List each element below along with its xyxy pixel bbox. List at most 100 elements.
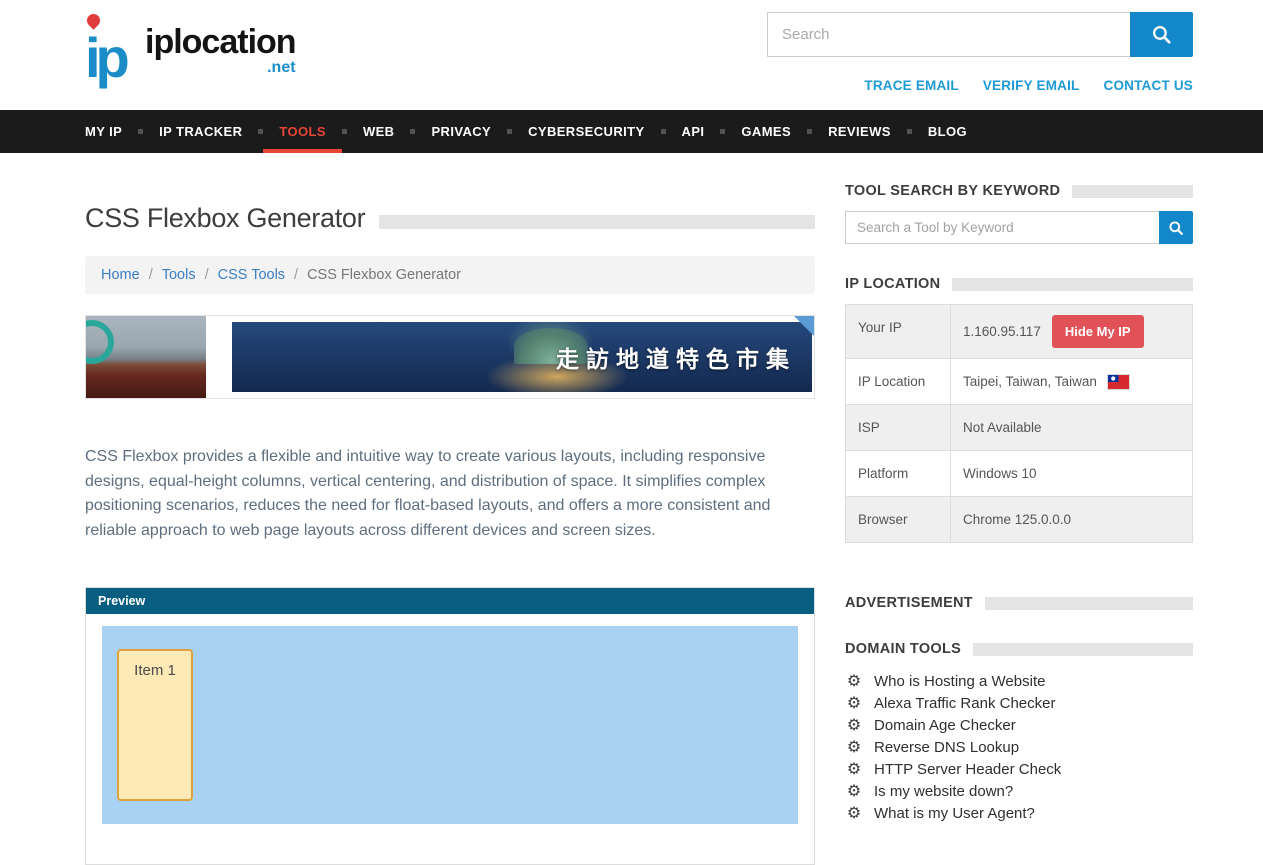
gear-icon: ⚙ <box>845 739 863 755</box>
domain-tools-section: DOMAIN TOOLS ⚙ Who is Hosting a Website … <box>845 641 1193 824</box>
sidebar: TOOL SEARCH BY KEYWORD IP LOCATION <box>845 183 1193 824</box>
tool-search-button[interactable] <box>1159 211 1193 244</box>
row-value: 1.160.95.117 Hide My IP <box>951 305 1192 358</box>
header-search <box>767 12 1193 57</box>
nav-item-blog[interactable]: BLOG <box>912 110 983 153</box>
domain-tool-link[interactable]: Is my website down? <box>874 783 1013 800</box>
trace-email-link[interactable]: TRACE EMAIL <box>864 78 958 93</box>
main-column: CSS Flexbox Generator Home / Tools / CSS… <box>85 153 815 865</box>
ip-location-heading-row: IP LOCATION <box>845 276 1193 292</box>
logo-name: iplocation <box>145 25 296 59</box>
nav-item-web[interactable]: WEB <box>347 110 411 153</box>
site-logo[interactable]: ip iplocation .net <box>85 12 296 78</box>
ad-image: 走訪地道特色市集 <box>232 322 812 392</box>
browser-value: Chrome 125.0.0.0 <box>963 512 1071 527</box>
content: CSS Flexbox Generator Home / Tools / CSS… <box>0 153 1263 865</box>
nav-item-my-ip[interactable]: MY IP <box>85 110 138 153</box>
hide-my-ip-button[interactable]: Hide My IP <box>1052 315 1144 348</box>
nav-item-tools[interactable]: TOOLS <box>263 110 342 153</box>
search-icon <box>1168 220 1184 236</box>
nav-item-reviews[interactable]: REVIEWS <box>812 110 907 153</box>
main-nav: MY IP IP TRACKER TOOLS WEB PRIVACY CYBER… <box>0 110 1263 153</box>
heading-decoration-bar <box>952 278 1193 291</box>
flexbox-preview-container: Item 1 <box>102 626 798 824</box>
verify-email-link[interactable]: VERIFY EMAIL <box>983 78 1080 93</box>
gear-icon: ⚙ <box>845 805 863 821</box>
row-label: ISP <box>846 405 951 450</box>
nav-item-privacy[interactable]: PRIVACY <box>415 110 507 153</box>
ad-banner[interactable]: 走訪地道特色市集 <box>85 315 815 399</box>
your-ip-value: 1.160.95.117 <box>963 324 1041 339</box>
table-row-platform: Platform Windows 10 <box>846 451 1192 497</box>
list-item: ⚙ Who is Hosting a Website <box>845 670 1193 692</box>
domain-tool-link[interactable]: Who is Hosting a Website <box>874 673 1045 690</box>
tool-search-input[interactable] <box>845 211 1159 244</box>
domain-tool-link[interactable]: What is my User Agent? <box>874 805 1035 822</box>
row-label: Platform <box>846 451 951 496</box>
gear-icon: ⚙ <box>845 717 863 733</box>
domain-tools-heading-row: DOMAIN TOOLS <box>845 641 1193 657</box>
ad-photo-left <box>86 316 206 398</box>
flexbox-preview-item: Item 1 <box>117 649 193 801</box>
breadcrumb-current: CSS Flexbox Generator <box>307 267 461 283</box>
gear-icon: ⚙ <box>845 783 863 799</box>
breadcrumb-home[interactable]: Home <box>101 267 140 283</box>
row-label: Browser <box>846 497 951 542</box>
tool-search-section: TOOL SEARCH BY KEYWORD <box>845 183 1193 244</box>
ad-choices-icon[interactable] <box>794 316 814 336</box>
preview-panel: Preview Item 1 <box>85 587 815 865</box>
row-value: Not Available <box>951 405 1192 450</box>
nav-item-games[interactable]: GAMES <box>725 110 807 153</box>
table-row-browser: Browser Chrome 125.0.0.0 <box>846 497 1192 542</box>
header-search-button[interactable] <box>1130 12 1193 57</box>
ip-location-section: IP LOCATION Your IP 1.160.95.117 Hide My… <box>845 276 1193 543</box>
domain-tools-list: ⚙ Who is Hosting a Website ⚙ Alexa Traff… <box>845 670 1193 824</box>
tool-description: CSS Flexbox provides a flexible and intu… <box>85 445 815 543</box>
contact-us-link[interactable]: CONTACT US <box>1104 78 1194 93</box>
domain-tools-heading: DOMAIN TOOLS <box>845 641 961 657</box>
breadcrumb-separator: / <box>149 267 153 283</box>
gear-icon: ⚙ <box>845 673 863 689</box>
breadcrumb-separator: / <box>294 267 298 283</box>
table-row-ip-location: IP Location Taipei, Taiwan, Taiwan <box>846 359 1192 405</box>
row-value: Windows 10 <box>951 451 1192 496</box>
header-search-input[interactable] <box>767 12 1130 57</box>
row-label: Your IP <box>846 305 951 358</box>
header-links: TRACE EMAIL VERIFY EMAIL CONTACT US <box>864 78 1193 93</box>
page-title: CSS Flexbox Generator <box>85 203 365 234</box>
logo-tld: .net <box>267 60 295 76</box>
search-icon <box>1151 24 1172 45</box>
title-decoration-bar <box>379 215 815 229</box>
domain-tool-link[interactable]: Domain Age Checker <box>874 717 1016 734</box>
preview-body: Item 1 <box>86 614 814 864</box>
advertisement-heading: ADVERTISEMENT <box>845 595 973 611</box>
nav-item-api[interactable]: API <box>666 110 721 153</box>
breadcrumb-css-tools[interactable]: CSS Tools <box>218 267 285 283</box>
advertisement-section: ADVERTISEMENT <box>845 595 1193 611</box>
logo-ip-pin-icon: ip <box>85 12 143 78</box>
main-nav-list: MY IP IP TRACKER TOOLS WEB PRIVACY CYBER… <box>85 110 983 153</box>
table-row-isp: ISP Not Available <box>846 405 1192 451</box>
platform-value: Windows 10 <box>963 466 1037 481</box>
domain-tool-link[interactable]: HTTP Server Header Check <box>874 761 1061 778</box>
domain-tool-link[interactable]: Alexa Traffic Rank Checker <box>874 695 1055 712</box>
page-title-row: CSS Flexbox Generator <box>85 203 815 234</box>
advertisement-heading-row: ADVERTISEMENT <box>845 595 1193 611</box>
domain-tool-link[interactable]: Reverse DNS Lookup <box>874 739 1019 756</box>
list-item: ⚙ What is my User Agent? <box>845 802 1193 824</box>
breadcrumb-tools[interactable]: Tools <box>162 267 196 283</box>
tool-search-heading: TOOL SEARCH BY KEYWORD <box>845 183 1060 199</box>
taiwan-flag-icon <box>1108 375 1129 389</box>
breadcrumb: Home / Tools / CSS Tools / CSS Flexbox G… <box>85 256 815 294</box>
nav-item-ip-tracker[interactable]: IP TRACKER <box>143 110 258 153</box>
tool-search-heading-row: TOOL SEARCH BY KEYWORD <box>845 183 1193 199</box>
list-item: ⚙ Reverse DNS Lookup <box>845 736 1193 758</box>
row-value: Chrome 125.0.0.0 <box>951 497 1192 542</box>
gear-icon: ⚙ <box>845 695 863 711</box>
ip-location-value: Taipei, Taiwan, Taiwan <box>963 374 1097 389</box>
header-right: TRACE EMAIL VERIFY EMAIL CONTACT US <box>767 12 1193 93</box>
heading-decoration-bar <box>985 597 1193 610</box>
nav-item-cybersecurity[interactable]: CYBERSECURITY <box>512 110 660 153</box>
ad-caption: 走訪地道特色市集 <box>556 340 796 374</box>
tool-search <box>845 211 1193 244</box>
